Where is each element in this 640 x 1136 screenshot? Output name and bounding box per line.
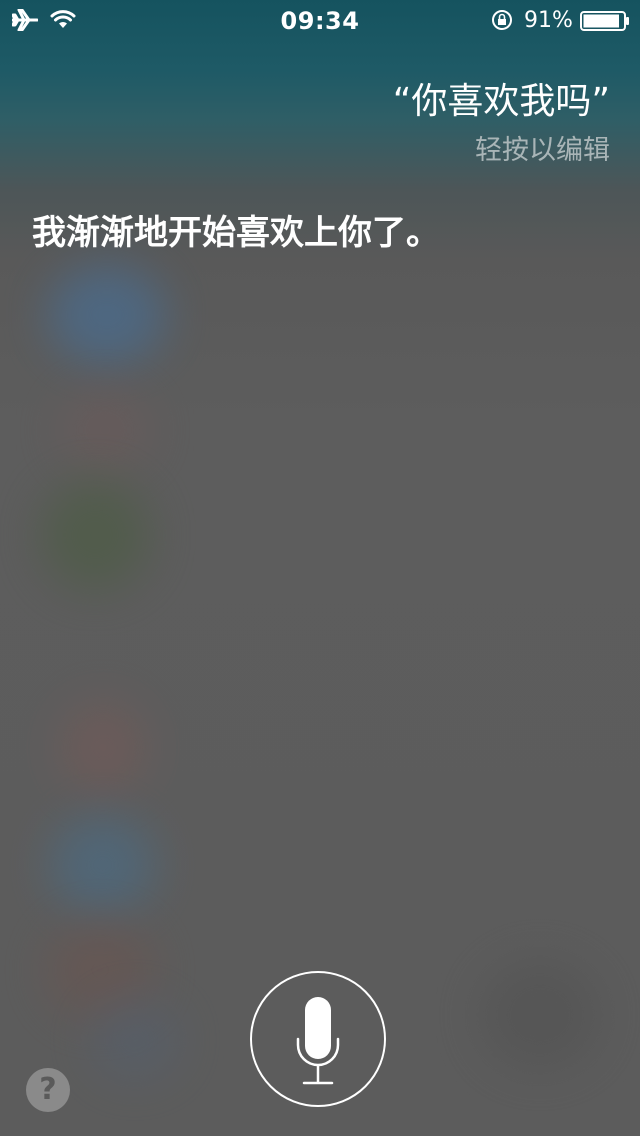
blurred-app-icon [40, 480, 150, 590]
blurred-background [0, 0, 640, 1136]
battery-percentage: 91% [524, 8, 573, 33]
siri-query-text[interactable]: “你喜欢我吗” [393, 72, 610, 124]
blurred-app-icon [480, 960, 600, 1070]
blurred-app-icon [48, 265, 166, 365]
tap-to-edit-hint[interactable]: 轻按以编辑 [475, 128, 610, 167]
siri-response-text: 我渐渐地开始喜欢上你了。 [32, 213, 440, 253]
blurred-app-icon [58, 700, 148, 795]
battery-icon [580, 11, 629, 31]
microphone-icon [296, 997, 340, 1085]
blurred-app-icon [60, 390, 150, 470]
microphone-button[interactable] [250, 971, 386, 1107]
help-button[interactable]: ? [26, 1068, 70, 1112]
status-bar: 09:34 91% [0, 0, 640, 40]
blurred-app-icon [90, 1000, 180, 1080]
rotation-lock-icon [492, 10, 512, 30]
blurred-app-icon [50, 815, 155, 915]
